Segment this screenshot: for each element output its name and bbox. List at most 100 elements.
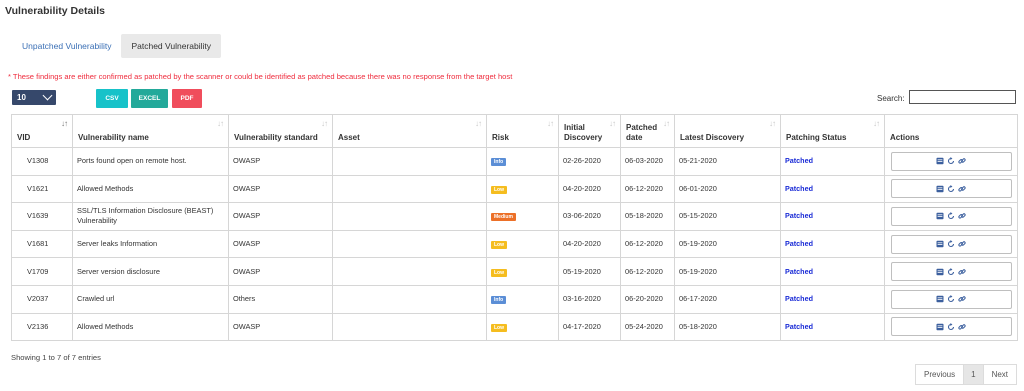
cell-initial-discovery: 05-19-2020	[558, 257, 621, 286]
csv-export-button[interactable]: CSV	[96, 89, 128, 108]
chevron-down-icon	[42, 90, 53, 101]
link-icon[interactable]	[958, 268, 966, 276]
cell-initial-discovery: 02-26-2020	[558, 147, 621, 176]
column-header-latest-discovery[interactable]: Latest Discovery ↓↑	[674, 114, 781, 148]
details-icon[interactable]	[936, 185, 944, 193]
link-icon[interactable]	[958, 323, 966, 331]
patching-status-label: Patched	[785, 239, 813, 249]
cell-actions	[884, 229, 1018, 259]
reopen-icon[interactable]	[947, 322, 955, 331]
table-row: V1639 SSL/TLS Information Disclosure (BEA…	[11, 202, 1018, 231]
reopen-icon[interactable]	[947, 212, 955, 220]
reopen-icon[interactable]	[947, 240, 955, 248]
details-icon[interactable]	[936, 323, 944, 331]
link-icon[interactable]	[958, 185, 966, 193]
tab-unpatched-vulnerability[interactable]: Unpatched Vulnerability	[12, 34, 121, 58]
column-header-initial-discovery[interactable]: Initial Discovery ↓↑	[558, 114, 621, 148]
cell-patched-date: 06-03-2020	[620, 147, 675, 176]
row-actions	[890, 317, 1012, 337]
details-icon[interactable]	[936, 157, 944, 165]
table-row: V1681 Server leaks Information OWASP Low 04-…	[11, 229, 1018, 259]
details-icon[interactable]	[936, 268, 944, 276]
cell-asset	[332, 202, 487, 231]
excel-export-button[interactable]: EXCEL	[131, 89, 168, 108]
cell-vulnerability-name: Allowed Methods	[72, 312, 229, 342]
search-input[interactable]	[909, 90, 1016, 104]
cell-asset	[332, 257, 487, 286]
column-header-label: Actions	[890, 133, 920, 142]
patching-status-label: Patched	[785, 156, 813, 166]
cell-asset	[332, 174, 487, 204]
sort-asc-icon: ↓↑	[61, 119, 68, 128]
cell-actions	[884, 257, 1018, 286]
table-info: Showing 1 to 7 of 7 entries	[11, 353, 101, 362]
risk-badge: Low	[491, 185, 507, 194]
page-length-value: 10	[17, 93, 26, 102]
cell-vulnerability-name: SSL/TLS Information Disclosure (BEAST) V…	[72, 202, 229, 231]
cell-actions	[884, 284, 1018, 314]
pdf-export-button[interactable]: PDF	[172, 89, 202, 108]
details-icon[interactable]	[936, 212, 944, 220]
column-header-label: Risk	[492, 133, 509, 142]
previous-page-button[interactable]: Previous	[916, 365, 963, 384]
cell-vulnerability-standard: OWASP	[228, 147, 333, 176]
risk-badge: Info	[491, 158, 507, 167]
page-length-select[interactable]: 10	[12, 90, 56, 105]
sort-icon: ↓↑	[663, 119, 670, 128]
column-header-vid[interactable]: VID ↓↑	[11, 114, 73, 148]
cell-patched-date: 06-12-2020	[620, 174, 675, 204]
column-header-vulnerability-name[interactable]: Vulnerability name ↓↑	[72, 114, 229, 148]
cell-patching-status: Patched	[780, 174, 885, 204]
reopen-icon[interactable]	[947, 184, 955, 193]
cell-latest-discovery: 05-21-2020	[674, 147, 781, 176]
table-row: V2136 Allowed Methods OWASP Low 04-17-2020 05…	[11, 312, 1018, 342]
cell-actions	[884, 174, 1018, 204]
cell-patched-date: 06-20-2020	[620, 284, 675, 314]
cell-latest-discovery: 06-01-2020	[674, 174, 781, 204]
cell-latest-discovery: 06-17-2020	[674, 284, 781, 314]
sort-icon: ↓↑	[217, 119, 224, 128]
cell-patching-status: Patched	[780, 229, 885, 259]
column-header-vulnerability-standard[interactable]: Vulnerability standard ↓↑	[228, 114, 333, 148]
cell-vulnerability-name: Server version disclosure	[72, 257, 229, 286]
risk-badge: Info	[491, 296, 507, 305]
row-actions	[890, 206, 1012, 226]
column-header-label: Patching Status	[786, 133, 847, 142]
reopen-icon[interactable]	[947, 157, 955, 165]
sort-icon: ↓↑	[547, 119, 554, 128]
table-row: V2037 Crawled url Others Info 03-16-2020 06-2…	[11, 284, 1018, 314]
link-icon[interactable]	[958, 157, 966, 165]
risk-badge: Medium	[491, 213, 516, 222]
reopen-icon[interactable]	[947, 295, 955, 303]
cell-vulnerability-standard: OWASP	[228, 174, 333, 204]
column-header-patched-date[interactable]: Patched date ↓↑	[620, 114, 675, 148]
table-header-row: VID ↓↑ Vulnerability name ↓↑ Vulnerability…	[11, 114, 1018, 148]
risk-badge: Low	[491, 268, 507, 277]
column-header-asset[interactable]: Asset ↓↑	[332, 114, 487, 148]
link-icon[interactable]	[958, 240, 966, 248]
cell-vulnerability-name: Server leaks Information	[72, 229, 229, 259]
cell-asset	[332, 284, 487, 314]
column-header-label: Asset	[338, 133, 360, 142]
details-icon[interactable]	[936, 295, 944, 303]
cell-vulnerability-standard: OWASP	[228, 257, 333, 286]
cell-patching-status: Patched	[780, 284, 885, 314]
page-1-button[interactable]: 1	[963, 365, 984, 384]
link-icon[interactable]	[958, 212, 966, 220]
cell-actions	[884, 202, 1018, 231]
cell-latest-discovery: 05-19-2020	[674, 229, 781, 259]
next-page-button[interactable]: Next	[984, 365, 1016, 384]
cell-asset	[332, 147, 487, 176]
cell-vulnerability-standard: OWASP	[228, 229, 333, 259]
cell-actions	[884, 147, 1018, 176]
details-icon[interactable]	[936, 240, 944, 248]
row-actions	[890, 179, 1012, 199]
column-header-risk[interactable]: Risk ↓↑	[486, 114, 559, 148]
link-icon[interactable]	[958, 295, 966, 303]
column-header-label: Initial Discovery	[564, 123, 603, 142]
tab-patched-vulnerability[interactable]: Patched Vulnerability	[121, 34, 222, 58]
patching-status-label: Patched	[785, 211, 813, 221]
row-actions	[890, 151, 1012, 171]
reopen-icon[interactable]	[947, 267, 955, 276]
column-header-patching-status[interactable]: Patching Status ↓↑	[780, 114, 885, 148]
